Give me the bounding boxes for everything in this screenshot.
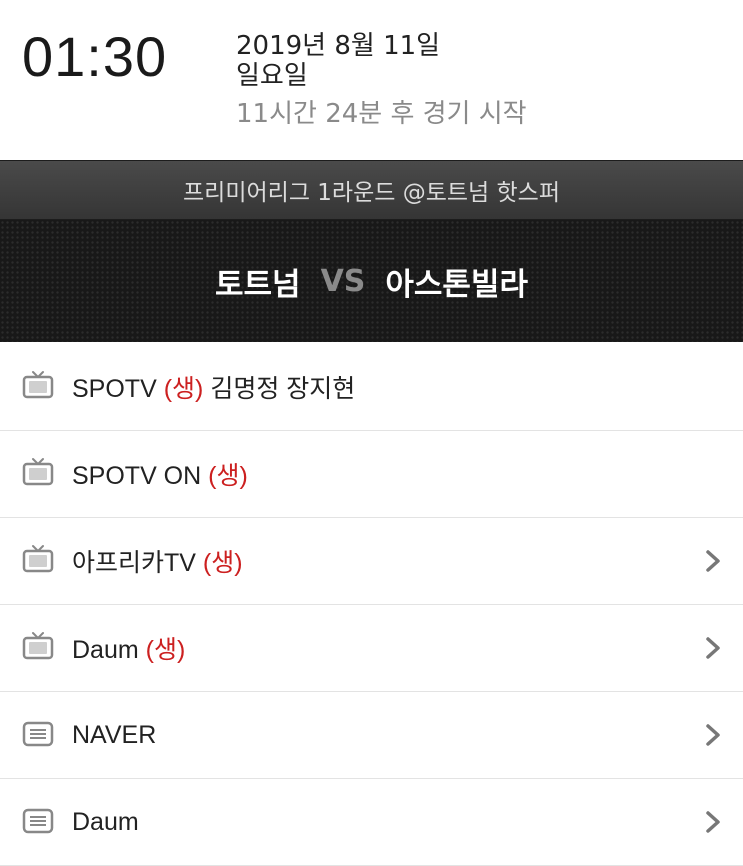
broadcast-label: Daum (생) (72, 630, 185, 666)
broadcast-label: NAVER (72, 721, 156, 750)
chevron-right-icon[interactable] (703, 810, 723, 834)
text-icon (22, 808, 54, 834)
text-icon (22, 721, 54, 747)
broadcast-label: Daum (72, 808, 139, 837)
chevron-right-icon[interactable] (703, 549, 723, 573)
channel-name: 아프리카TV (72, 549, 196, 577)
broadcast-item[interactable]: NAVER (0, 692, 743, 779)
match-date: 2019년 8월 11일 (236, 31, 441, 61)
channel-name: SPOTV (72, 375, 157, 403)
channel-name: Daum (72, 636, 139, 664)
league-bar: 프리미어리그 1라운드 @토트넘 핫스퍼 (0, 160, 743, 220)
live-badge: (생) (163, 375, 204, 403)
commentators: 김명정 장지현 (210, 375, 356, 403)
tv-icon (22, 458, 54, 486)
home-team: 토트넘 (215, 266, 301, 303)
chevron-right-icon[interactable] (703, 723, 723, 747)
match-bar: 토트넘 VS 아스톤빌라 (0, 220, 743, 342)
broadcast-item[interactable]: Daum (0, 779, 743, 866)
countdown-text: 11시간 24분 후 경기 시작 (236, 99, 527, 129)
tv-icon (22, 632, 54, 660)
broadcast-item[interactable]: SPOTV ON (생) (0, 431, 743, 518)
broadcast-label: SPOTV ON (생) (72, 456, 248, 492)
kickoff-time: 01:30 (22, 25, 168, 88)
away-team: 아스톤빌라 (385, 266, 528, 303)
live-badge: (생) (145, 636, 186, 664)
broadcast-list: SPOTV (생) 김명정 장지현 SPOTV ON (생) 아프리카TV (생… (0, 344, 743, 866)
broadcast-item[interactable]: SPOTV (생) 김명정 장지현 (0, 344, 743, 431)
broadcast-label: SPOTV (생) 김명정 장지현 (72, 369, 355, 405)
broadcast-label: 아프리카TV (생) (72, 543, 243, 579)
tv-icon (22, 371, 54, 399)
broadcast-item[interactable]: 아프리카TV (생) (0, 518, 743, 605)
live-badge: (생) (202, 549, 243, 577)
match-header: 01:30 2019년 8월 11일 일요일 11시간 24분 후 경기 시작 (0, 0, 743, 160)
channel-name: SPOTV ON (72, 462, 202, 490)
vs-label: VS (320, 263, 366, 299)
channel-name: Daum (72, 807, 139, 836)
match-weekday: 일요일 (236, 61, 308, 91)
chevron-right-icon[interactable] (703, 636, 723, 660)
broadcast-item[interactable]: Daum (생) (0, 605, 743, 692)
live-badge: (생) (208, 462, 248, 490)
league-title: 프리미어리그 1라운드 @토트넘 핫스퍼 (183, 180, 560, 206)
channel-name: NAVER (72, 720, 157, 749)
tv-icon (22, 545, 54, 573)
